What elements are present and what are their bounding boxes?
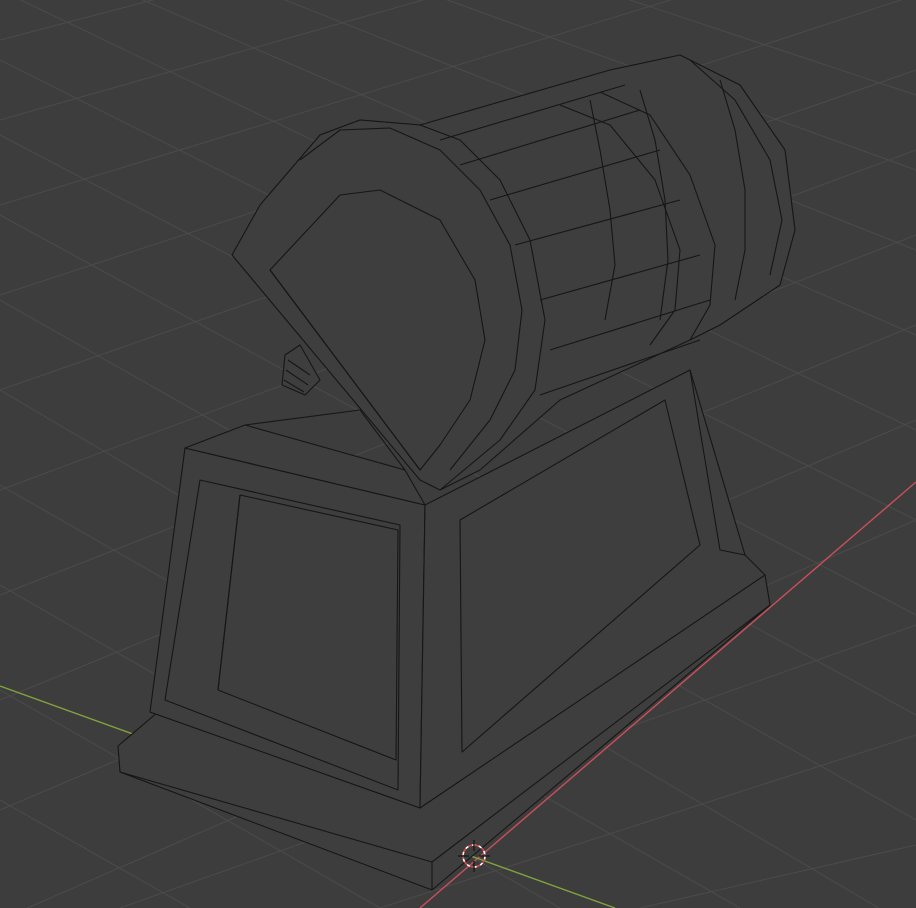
3d-viewport[interactable] [0, 0, 916, 908]
viewport-canvas[interactable] [0, 0, 916, 908]
